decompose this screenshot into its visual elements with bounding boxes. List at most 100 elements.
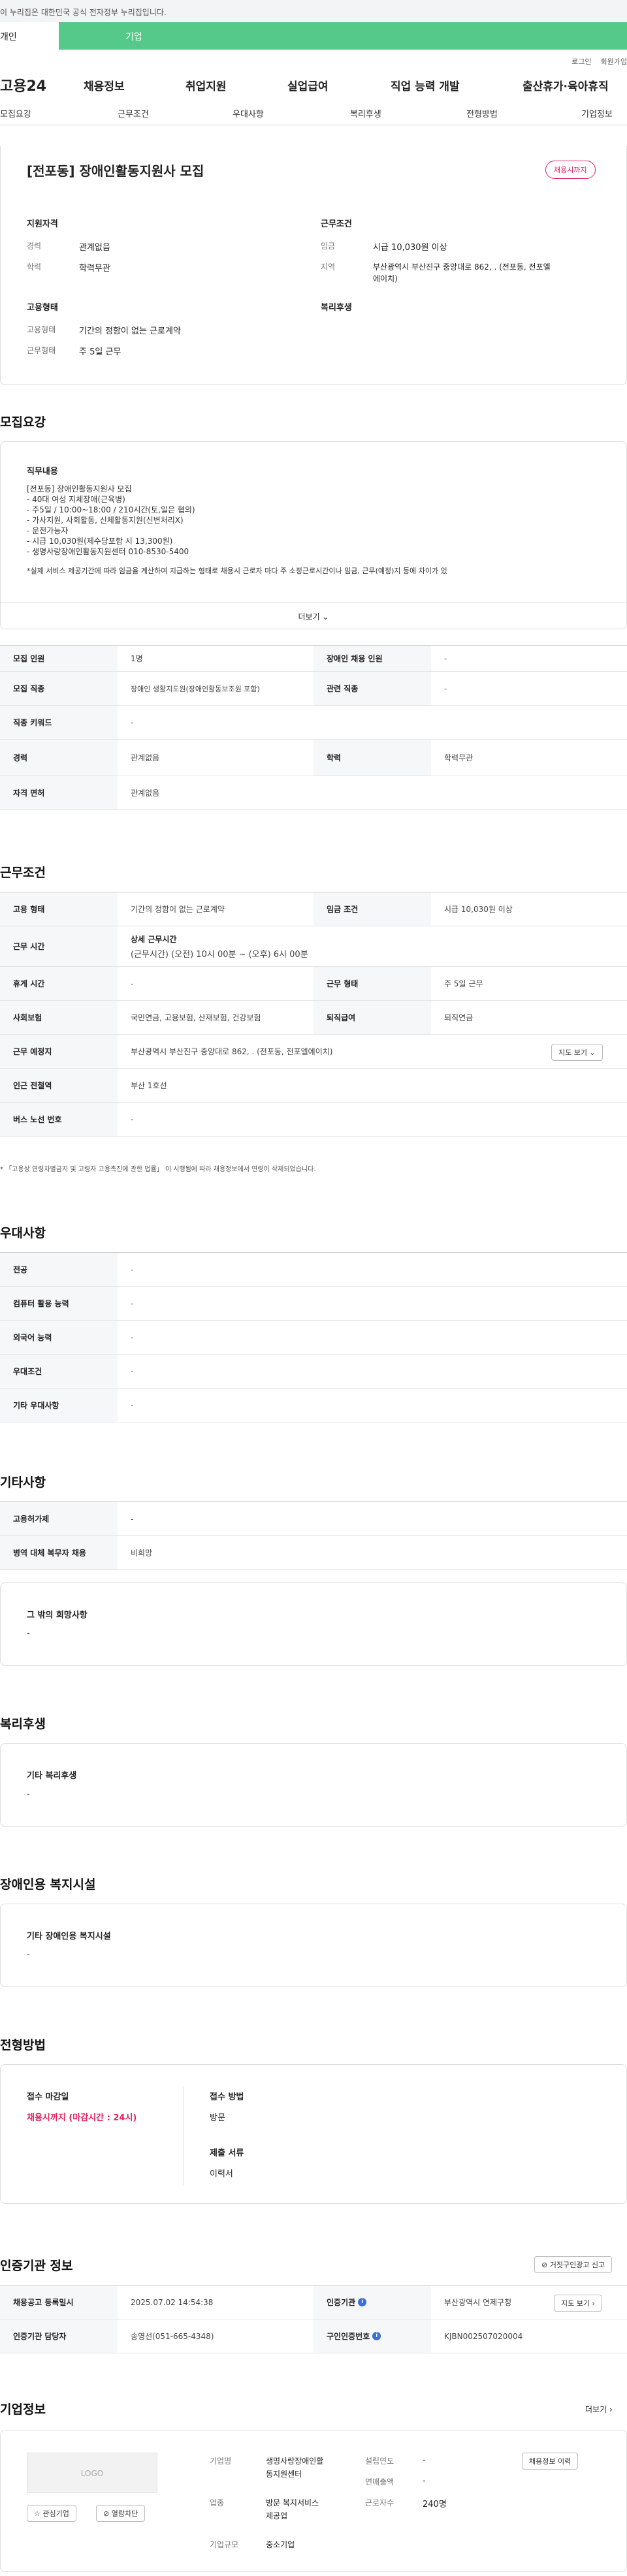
tab-recruit[interactable]: 모집요강 <box>0 107 31 119</box>
block-button[interactable]: ⊘ 열람차단 <box>96 2505 146 2522</box>
table-th: 버스 노선 번호 <box>0 1103 118 1136</box>
table-row: 근무 시간 상세 근무시간 (근무시간) (오전) 10시 00분 ~ (오후)… <box>0 926 627 967</box>
table-th: 외국어 능력 <box>0 1321 118 1354</box>
pref-table: 전공 - 컴퓨터 활용 능력 - 외국어 능력 - 우대조건 - 기타 우대사항 - <box>0 1252 627 1422</box>
duty-line <box>27 557 615 566</box>
region-row: 지역 부산광역시 부산진구 중앙대로 862, . (전포동, 전포엘 에이치) <box>321 261 551 283</box>
welfare-section-heading: 복리후생 <box>0 1717 46 1731</box>
tab-personal[interactable]: 개인 <box>0 22 59 50</box>
etype-row: 고용형태 기간의 정함이 없는 근로계약 <box>27 324 181 336</box>
year-label: 설립연도 <box>365 2457 394 2466</box>
report-button[interactable]: ⊘ 거짓구인광고 신고 <box>534 2256 613 2273</box>
duty-heading: 직무내용 <box>27 467 58 477</box>
fav-button[interactable]: ☆ 관심기업 <box>27 2505 76 2522</box>
table-th: 모집 직종 <box>0 672 118 705</box>
edu-label: 학력 <box>27 262 42 272</box>
company-more-link[interactable]: 더보기 › <box>585 2404 613 2415</box>
recruit-heading: 모집요강 <box>0 415 46 430</box>
disab-sub: 기타 장애인용 복지시설 <box>27 1932 111 1941</box>
nav-item-employment[interactable]: 취업지원 <box>185 77 227 93</box>
table-td: 퇴직연금 <box>444 1013 474 1022</box>
table-row: 외국어 능력 - <box>0 1321 627 1355</box>
table-td: 관계없음 <box>131 753 160 762</box>
wage-label: 임금 <box>321 242 336 251</box>
workcond-table: 고용 형태 기간의 정함이 없는 근로계약 임금 조건 시급 10,030원 이상 … <box>0 892 627 1137</box>
table-row: 모집 직종 장애인 생활지도원(장애인활동보조원 포함) 관련 직종 - <box>0 672 627 706</box>
chevron-down-icon: ⌄ <box>589 1048 596 1057</box>
disab-heading: 장애인용 복지시설 <box>0 1877 96 1892</box>
duty-line: [전포동] 장애인활동지원사 모집 <box>27 484 132 494</box>
screen-heading: 전형방법 <box>0 2038 46 2052</box>
duty-line: - 운전가능자 <box>27 526 69 535</box>
wage-value: 시급 10,030원 이상 <box>373 243 447 253</box>
map-button[interactable]: 지도 보기 ⌄ <box>551 1044 603 1061</box>
table-td: - <box>131 1400 134 1410</box>
table-th: 퇴직급여 <box>314 1001 431 1034</box>
table-row: 기타 우대사항 - <box>0 1389 627 1422</box>
tab-screening[interactable]: 전형방법 <box>466 107 498 119</box>
table-td: - <box>131 1332 134 1342</box>
year-value: - <box>423 2455 426 2465</box>
table-row: 사회보험 국민연금, 고용보험, 산재보험, 건강보험 퇴직급여 퇴직연금 <box>0 1001 627 1035</box>
table-th: 근무 시간 <box>0 926 118 966</box>
chevron-down-icon: ⌄ <box>322 612 329 621</box>
qual-heading: 지원자격 <box>27 219 58 229</box>
wish-card: 그 밖의 희망사항 - <box>0 1582 627 1666</box>
duty-line: *실제 서비스 제공기간에 따라 임금을 계산하여 지급하는 형태로 채용시 근… <box>27 567 447 575</box>
disab-value: - <box>27 1950 30 1960</box>
table-th: 자격 면허 <box>0 776 118 809</box>
nav-item-leave[interactable]: 출산휴가·육아휴직 <box>522 77 609 93</box>
method-value: 방문 <box>210 2113 225 2123</box>
table-td: 학력무관 <box>444 753 474 762</box>
info-icon[interactable]: i <box>372 2332 381 2340</box>
info-icon[interactable]: i <box>358 2298 367 2306</box>
table-row: 경력 관계없음 학력 학력무관 <box>0 740 627 776</box>
star-icon: ☆ <box>34 2509 40 2518</box>
table-td: 부산광역시 부산진구 중앙대로 862, . (전포동, 전포엘에이치) <box>131 1047 333 1056</box>
user-tabs: 개인 기업 <box>0 22 627 50</box>
more-button[interactable]: 더보기 ⌄ <box>1 603 626 629</box>
tab-pref[interactable]: 우대사항 <box>233 107 264 119</box>
block-label: 열람차단 <box>111 2509 138 2518</box>
table-row: 채용공고 등록일시 2025.07.02 14:54:38 인증기관 i 부산광역시… <box>0 2285 627 2319</box>
worktime-sub: 상세 근무시간 <box>131 934 177 944</box>
sales-value: - <box>423 2476 426 2486</box>
tab-workcond[interactable]: 근무조건 <box>118 107 149 119</box>
method-label: 접수 방법 <box>210 2092 244 2102</box>
agency-map-button[interactable]: 지도 보기 › <box>554 2295 602 2312</box>
duty-line: - 생명사랑장애인활동지원센터 010-8530-5400 <box>27 547 189 556</box>
signup-link[interactable]: 회원가입 <box>601 57 627 66</box>
tab-welfare[interactable]: 복리후생 <box>350 107 381 119</box>
table-td: 관계없음 <box>131 789 160 798</box>
table-th: 근무 형태 <box>314 967 431 1000</box>
region-value-1: 부산광역시 부산진구 중앙대로 862, . (전포동, 전포엘 <box>373 262 551 272</box>
more-label: 더보기 <box>298 612 320 621</box>
table-td: - <box>444 653 447 663</box>
nav-item-unemployment[interactable]: 실업급여 <box>287 77 329 93</box>
history-button[interactable]: 채용정보 이력 <box>522 2453 579 2470</box>
login-link[interactable]: 로그인 <box>571 57 591 66</box>
table-td: - <box>131 1114 134 1124</box>
welfare-card: 기타 복리후생 - <box>0 1743 627 1827</box>
table-row: 고용허가제 - <box>0 1502 627 1536</box>
career-row: 경력 관계없음 <box>27 240 110 253</box>
table-th: 사회보험 <box>0 1001 118 1034</box>
industry-label: 업종 <box>210 2498 225 2507</box>
career-value: 관계없음 <box>79 243 110 253</box>
table-td: 부산 1호선 <box>131 1081 167 1090</box>
nav-item-training[interactable]: 직업 능력 개발 <box>391 77 460 93</box>
chevron-right-icon: › <box>592 2299 595 2308</box>
duty-lines: [전포동] 장애인활동지원사 모집 - 40대 여성 지체장애(근육병) - 주… <box>27 484 615 576</box>
table-td: - <box>131 979 134 988</box>
table-th: 채용공고 등록일시 <box>0 2285 118 2319</box>
nav-item-jobs[interactable]: 채용정보 <box>84 77 125 93</box>
table-td: - <box>131 717 134 727</box>
history-label: 채용정보 이력 <box>529 2457 571 2466</box>
table-th: 직종 키워드 <box>0 706 118 739</box>
table-row: 병역 대체 복무자 채용 비희망 <box>0 1536 627 1570</box>
company-more-label: 더보기 <box>585 2405 607 2414</box>
site-logo[interactable]: 고용24 <box>0 74 84 95</box>
table-th: 학력 <box>314 740 431 776</box>
tab-company[interactable]: 기업 <box>59 22 627 50</box>
tab-company-info[interactable]: 기업정보 <box>581 107 613 119</box>
